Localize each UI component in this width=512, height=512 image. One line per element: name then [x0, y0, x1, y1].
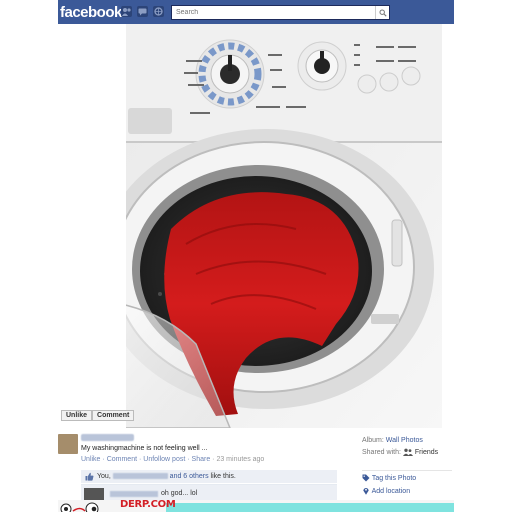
watermark-bar: DERP.COM [58, 499, 454, 512]
others-link[interactable]: and 6 others [170, 473, 209, 480]
washing-machine-photo [126, 24, 442, 428]
shared-with-label: Shared with: [362, 449, 401, 456]
status-text: My washingmachine is not feeling well ..… [81, 445, 208, 452]
left-gutter [58, 24, 126, 428]
unfollow-post-link[interactable]: Unfollow post [143, 456, 185, 463]
poster-avatar[interactable] [58, 434, 78, 454]
share-link[interactable]: Share [192, 456, 211, 463]
messages-icon[interactable] [137, 6, 148, 17]
likes-box: You, and 6 others like this. [81, 470, 337, 483]
friend-requests-icon[interactable] [121, 6, 132, 17]
photo-viewer[interactable] [126, 24, 442, 428]
friends-icon[interactable] [402, 448, 413, 457]
likes-suffix: like this. [210, 473, 236, 480]
photo-action-buttons: Unlike Comment [61, 410, 135, 421]
comment-link[interactable]: Comment [107, 456, 137, 463]
shared-with-value[interactable]: Friends [415, 449, 438, 456]
search-icon [379, 9, 387, 17]
derp-logo-text: DERP.COM [120, 499, 176, 510]
top-bar: facebook [58, 0, 454, 24]
photo-sidebar: Album: Wall Photos Shared with: Friends … [362, 435, 452, 495]
search-button[interactable] [375, 6, 389, 19]
comment-photo-button[interactable]: Comment [92, 410, 135, 421]
thumbs-up-icon [85, 472, 94, 481]
watermark-strip [166, 503, 454, 512]
unlike-link[interactable]: Unlike [81, 456, 100, 463]
likes-text: You, and 6 others like this. [97, 473, 236, 480]
album-label: Album: [362, 437, 384, 444]
timestamp[interactable]: 23 minutes ago [216, 456, 264, 463]
album-link[interactable]: Wall Photos [386, 437, 423, 444]
tag-icon [362, 474, 370, 482]
search-input[interactable] [172, 6, 368, 19]
album-row: Album: Wall Photos [362, 435, 438, 447]
shared-with-row: Shared with: Friends [362, 447, 438, 459]
notifications-icon[interactable] [153, 6, 164, 17]
facebook-photo-page: facebook Search Unlike Comment My washin… [0, 0, 512, 512]
commenter-name-redacted[interactable] [110, 491, 158, 497]
tag-photo-label[interactable]: Tag this Photo [372, 475, 416, 482]
comment-text: oh god... lol [161, 490, 198, 497]
location-pin-icon [363, 487, 369, 495]
unlike-photo-button[interactable]: Unlike [61, 410, 93, 421]
sidebar-divider [362, 470, 452, 471]
search-box [171, 5, 390, 20]
add-location-link[interactable]: Add location [362, 487, 410, 495]
add-location-label[interactable]: Add location [372, 488, 411, 495]
poster-name-redacted[interactable] [81, 434, 134, 441]
notification-jewels [121, 6, 164, 17]
derp-eyes-logo [60, 502, 99, 512]
liker-name-redacted[interactable] [112, 473, 168, 480]
tag-photo-link[interactable]: Tag this Photo [362, 474, 416, 482]
facebook-logo[interactable]: facebook [60, 4, 122, 21]
post-actions: Unlike · Comment · Unfollow post · Share… [81, 456, 264, 463]
likes-prefix: You, [97, 473, 111, 480]
